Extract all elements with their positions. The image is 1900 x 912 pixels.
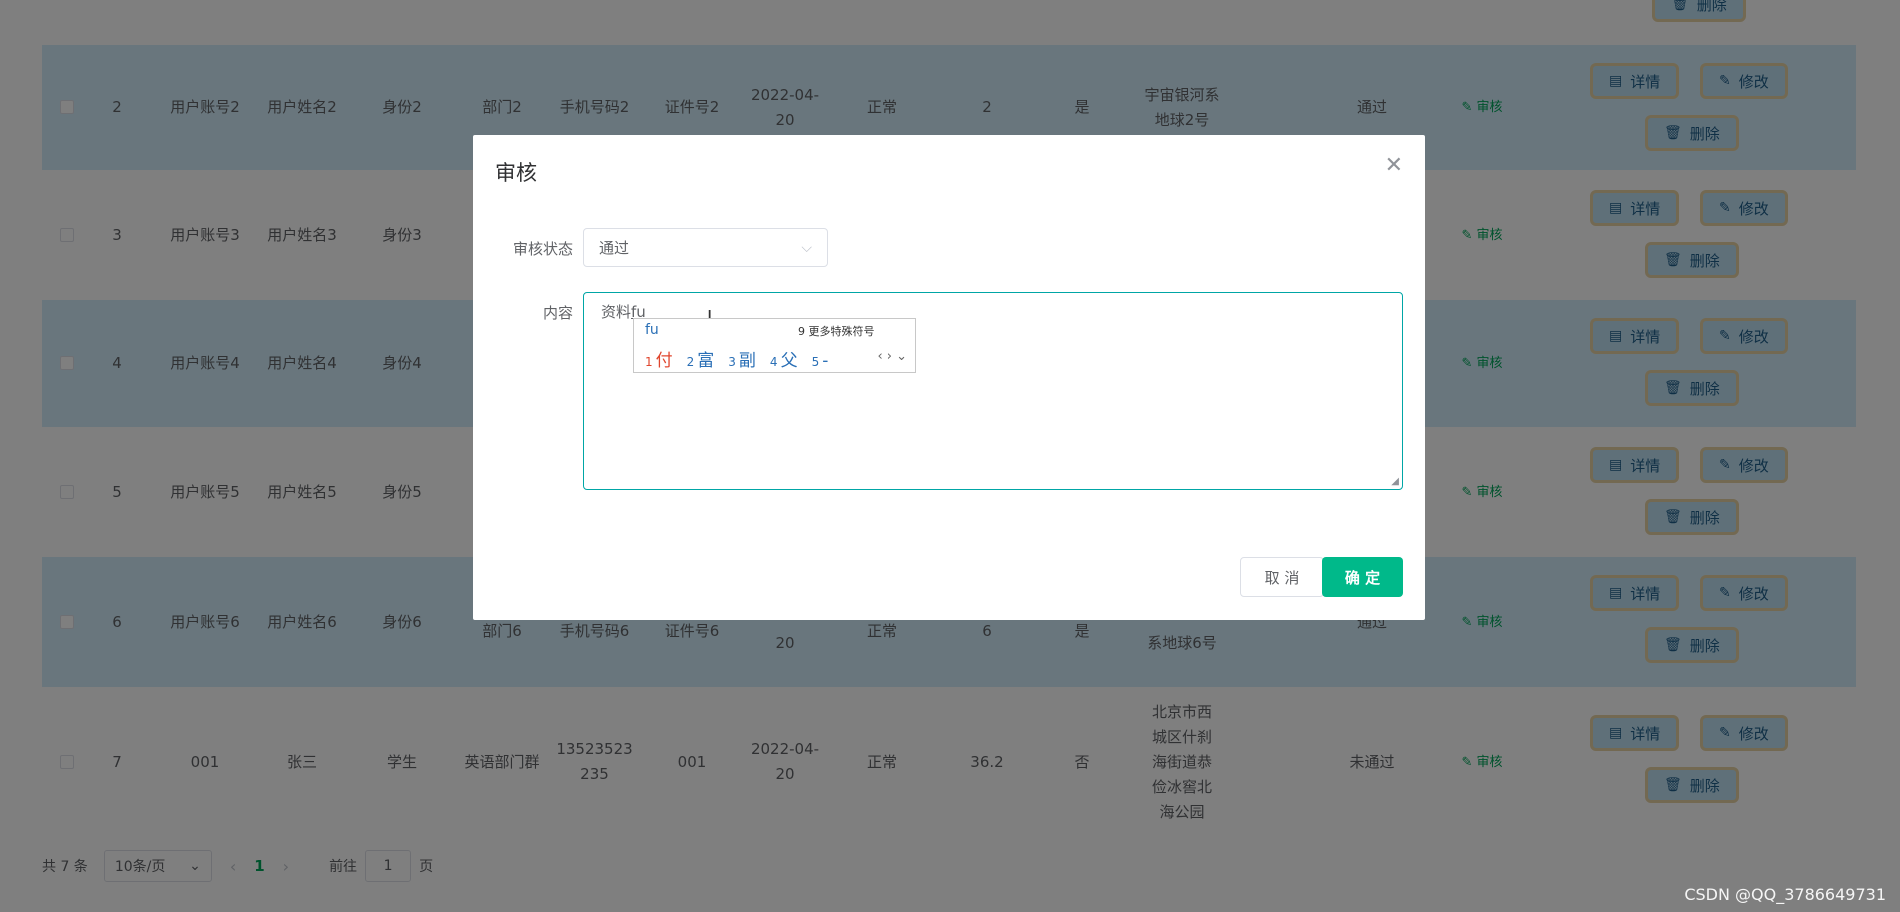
ime-candidate[interactable]: 3副 (728, 346, 756, 371)
ime-composition: fu (645, 322, 659, 338)
ime-candidate[interactable]: 1付 (645, 346, 673, 371)
status-label: 审核状态 (512, 240, 573, 258)
ime-more-symbols[interactable]: 9 更多特殊符号 (798, 323, 875, 339)
close-icon[interactable]: ✕ (1385, 153, 1403, 178)
chevron-down-icon: ⌵ (801, 239, 812, 256)
dialog-title: 审核 (495, 161, 537, 185)
cancel-button[interactable]: 取 消 (1240, 557, 1324, 597)
ime-page-next-icon[interactable]: ‹ › ⌄ (877, 349, 907, 364)
content-label: 内容 (542, 304, 573, 322)
audit-dialog: 审核 ✕ 审核状态 通过 ⌵ 内容 资料fu ◢ 取 消 确 定 (473, 135, 1425, 620)
resize-handle-icon[interactable]: ◢ (1391, 476, 1399, 487)
watermark: CSDN @QQ_3786649731 (1684, 885, 1886, 904)
confirm-button[interactable]: 确 定 (1322, 557, 1403, 597)
ime-candidate[interactable]: 2富 (687, 346, 715, 371)
ime-candidate-window: fu 9 更多特殊符号 1付 2富 3副 4父 5- ‹ › ⌄ (633, 318, 916, 373)
ime-candidate[interactable]: 5- (812, 351, 829, 371)
status-select[interactable]: 通过 ⌵ (583, 228, 828, 267)
ime-candidate[interactable]: 4父 (770, 346, 798, 371)
